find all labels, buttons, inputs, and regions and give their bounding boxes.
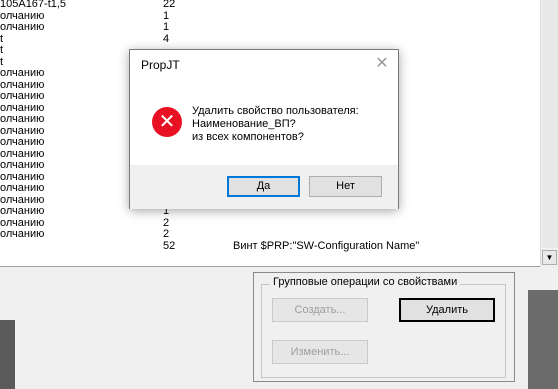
list-row[interactable]: олчанию 1 bbox=[0, 10, 540, 22]
delete-button[interactable]: Удалить bbox=[399, 298, 495, 322]
list-cell-count: 2 bbox=[163, 228, 170, 240]
dialog-message-line: из всех компонентов? bbox=[192, 131, 304, 143]
create-button[interactable]: Создать... bbox=[272, 298, 368, 322]
list-cell-name: олчанию bbox=[0, 228, 45, 240]
list-cell-name: олчанию bbox=[0, 9, 45, 22]
list-cell-name: олчанию bbox=[0, 193, 45, 206]
dialog-message-line: Удалить свойство пользователя: bbox=[192, 105, 359, 117]
list-cell-name: олчанию bbox=[0, 113, 45, 125]
yes-button[interactable]: Да bbox=[227, 176, 300, 197]
list-cell-name: олчанию bbox=[0, 67, 45, 79]
list-cell-name: олчанию bbox=[0, 182, 45, 194]
list-cell-count: 1 bbox=[163, 21, 170, 33]
list-cell-count: 22 bbox=[163, 0, 176, 10]
list-cell-name: олчанию bbox=[0, 170, 45, 183]
list-cell-value: Винт $PRP:"SW-Configuration Name" bbox=[233, 239, 420, 252]
list-cell-count: 4 bbox=[163, 32, 170, 45]
list-cell-name: олчанию bbox=[0, 101, 45, 114]
list-cell-name: олчанию bbox=[0, 136, 45, 148]
no-button[interactable]: Нет bbox=[309, 176, 382, 197]
scrollbar-track[interactable] bbox=[542, 0, 558, 248]
scroll-down-arrow-icon[interactable]: ▼ bbox=[542, 250, 557, 265]
dialog-message: Удалить свойство пользователя: Наименова… bbox=[192, 105, 392, 144]
list-row[interactable]: t4 bbox=[0, 33, 540, 45]
list-row[interactable]: 52 Винт $PRP:"SW-Configuration Name" bbox=[0, 240, 540, 252]
list-cell-name: t bbox=[0, 55, 4, 68]
close-icon[interactable]: ✕ bbox=[374, 56, 390, 72]
list-row[interactable]: олчанию 2 bbox=[0, 217, 540, 229]
edit-button[interactable]: Изменить... bbox=[272, 340, 368, 364]
list-row[interactable]: олчанию 1 bbox=[0, 21, 540, 33]
list-cell-name: олчанию bbox=[0, 159, 45, 171]
error-icon: ✕ bbox=[152, 107, 182, 137]
list-cell-name: олчанию bbox=[0, 21, 45, 33]
list-cell-name: олчанию bbox=[0, 124, 45, 137]
dialog-title: PropJT bbox=[141, 58, 180, 72]
background-window-edge bbox=[0, 320, 15, 389]
list-cell-name: t bbox=[0, 32, 4, 45]
group-operations-title: Групповые операции со свойствами bbox=[270, 276, 461, 288]
list-cell-count: 2 bbox=[163, 216, 170, 229]
background-window-corner bbox=[528, 290, 558, 389]
list-cell-name: олчанию bbox=[0, 90, 45, 102]
vertical-scrollbar[interactable]: ▼ bbox=[540, 0, 558, 266]
list-cell-name: олчанию bbox=[0, 78, 45, 91]
list-cell-name: олчанию bbox=[0, 147, 45, 160]
list-cell-count: 52 bbox=[163, 239, 176, 252]
list-cell-name: 105A167-t1,5 bbox=[0, 0, 67, 10]
list-cell-name: олчанию bbox=[0, 205, 45, 217]
list-cell-count: 1 bbox=[163, 9, 170, 22]
list-cell-name: олчанию bbox=[0, 216, 45, 229]
confirm-dialog: PropJT ✕ ✕ Удалить свойство пользователя… bbox=[129, 49, 399, 209]
list-row[interactable]: олчанию 2 bbox=[0, 228, 540, 240]
list-cell-name: t bbox=[0, 44, 4, 56]
list-row[interactable]: 105A167-t1,5 22 bbox=[0, 0, 540, 10]
dialog-message-line: Наименование_ВП? bbox=[192, 118, 296, 130]
